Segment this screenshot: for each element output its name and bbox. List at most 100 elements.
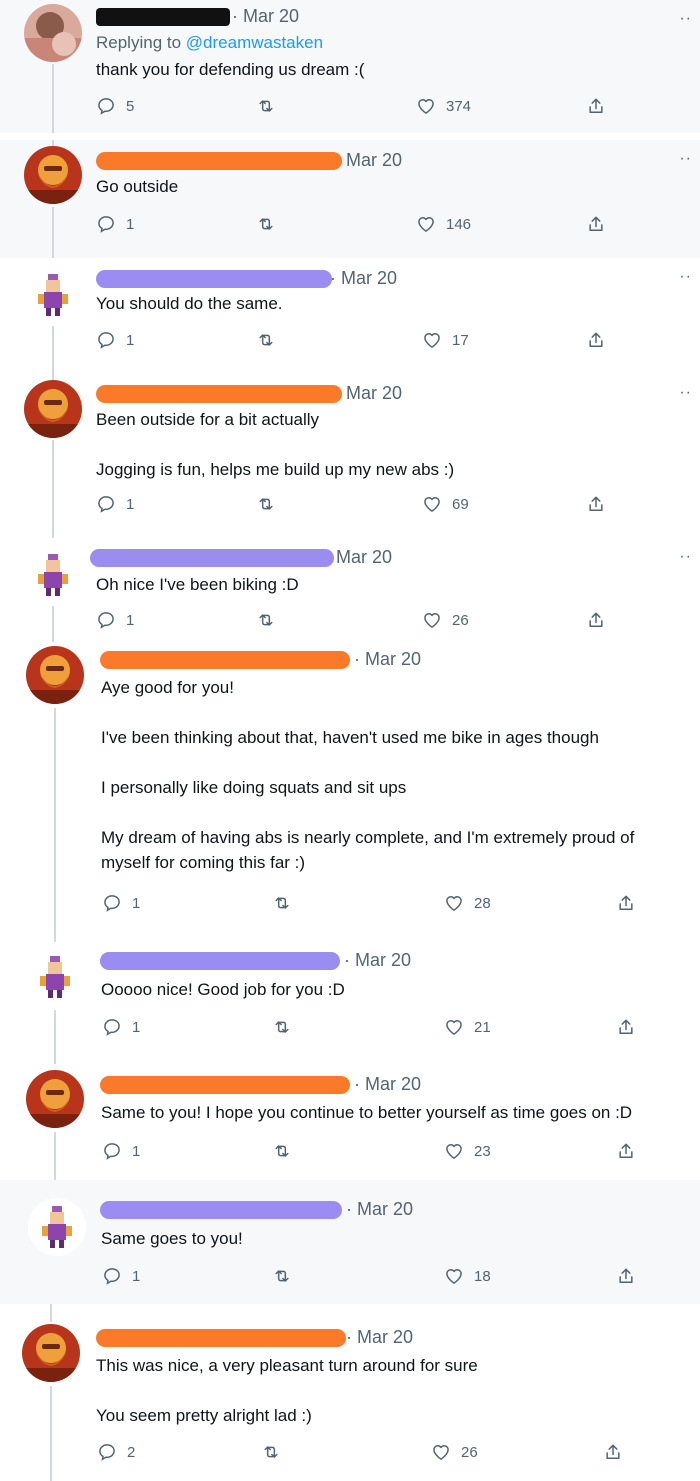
tweet-date[interactable]: · Mar 20 xyxy=(232,6,299,27)
avatar-pixel-character[interactable] xyxy=(24,266,82,324)
like-button[interactable]: 18 xyxy=(444,1266,491,1286)
reply-button[interactable]: 1 xyxy=(102,1017,140,1037)
avatar-bearded-man[interactable] xyxy=(24,380,82,438)
reply-button[interactable]: 1 xyxy=(96,494,134,514)
avatar-bearded-man[interactable] xyxy=(24,146,82,204)
tweet[interactable]: · Mar 20 This was nice, a very pleasant … xyxy=(0,1304,700,1481)
tweet-date[interactable]: · Mar 20 xyxy=(354,649,421,670)
tweet-date[interactable]: · Mar 20 xyxy=(330,268,397,289)
avatar-pixel-character[interactable] xyxy=(26,948,84,1006)
share-button[interactable] xyxy=(616,1017,646,1037)
tweet-date[interactable]: · Mar 20 xyxy=(354,1074,421,1095)
retweet-button[interactable] xyxy=(272,1141,302,1161)
like-button[interactable]: 23 xyxy=(444,1141,491,1161)
reply-button[interactable]: 1 xyxy=(96,610,134,630)
tweet[interactable]: · Mar 20 Same goes to you! 1 18 xyxy=(0,1180,700,1304)
retweet-button[interactable] xyxy=(261,1442,291,1462)
tweet[interactable]: Mar 20 ·· Been outside for a bit actuall… xyxy=(0,374,700,538)
reply-count: 1 xyxy=(126,611,135,629)
tweet-date[interactable]: Mar 20 xyxy=(346,383,402,404)
tweet-text: thank you for defending us dream :( xyxy=(96,60,365,79)
reply-button[interactable]: 2 xyxy=(97,1442,135,1462)
tweet[interactable]: · Mar 20 ·· You should do the same. 1 17 xyxy=(0,258,700,374)
avatar-pixel-character[interactable] xyxy=(24,546,82,604)
share-button[interactable] xyxy=(586,610,616,630)
avatar-pixel-character[interactable] xyxy=(28,1198,86,1256)
tweet[interactable]: Mar 20 ·· Go outside 1 146 xyxy=(0,140,700,258)
reply-handle-link[interactable]: @dreamwastaken xyxy=(186,33,323,52)
reply-button[interactable]: 1 xyxy=(102,1141,140,1161)
more-icon[interactable]: ·· xyxy=(679,548,692,566)
tweet-date[interactable]: · Mar 20 xyxy=(346,1327,413,1348)
tweet[interactable]: · Mar 20 Ooooo nice! Good job for you :D… xyxy=(0,942,700,1064)
tweet[interactable]: · Mar 20 ·· Replying to @dreamwastaken t… xyxy=(0,0,700,133)
share-icon xyxy=(589,496,603,511)
reply-icon xyxy=(104,895,120,912)
more-icon[interactable]: ·· xyxy=(679,268,692,286)
like-icon xyxy=(446,1020,462,1035)
tweet[interactable]: · Mar 20 Same to you! I hope you continu… xyxy=(0,1064,700,1180)
retweet-button[interactable] xyxy=(272,893,302,913)
reply-count: 1 xyxy=(132,1142,141,1160)
retweet-button[interactable] xyxy=(256,330,286,350)
retweet-button[interactable] xyxy=(272,1017,302,1037)
retweet-icon xyxy=(275,1021,289,1033)
tweet-date[interactable]: · Mar 20 xyxy=(346,1199,413,1220)
share-button[interactable] xyxy=(586,494,616,514)
tweet-date[interactable]: · Mar 20 xyxy=(344,950,411,971)
reply-count: 2 xyxy=(127,1443,136,1461)
reply-button[interactable]: 1 xyxy=(96,330,134,350)
retweet-icon xyxy=(264,1446,278,1458)
redacted-username xyxy=(96,8,230,26)
share-button[interactable] xyxy=(616,1141,646,1161)
like-button[interactable]: 69 xyxy=(422,494,469,514)
reply-count: 1 xyxy=(132,1018,141,1036)
share-button[interactable] xyxy=(603,1442,633,1462)
like-button[interactable]: 17 xyxy=(422,330,469,350)
like-button[interactable]: 26 xyxy=(422,610,469,630)
like-button[interactable]: 26 xyxy=(431,1442,478,1462)
thread-line xyxy=(50,1304,52,1322)
tweet[interactable]: Mar 20 ·· Oh nice I've been biking :D 1 … xyxy=(0,538,700,642)
retweet-icon xyxy=(259,334,273,346)
avatar-bearded-man[interactable] xyxy=(26,646,84,704)
tweet-date[interactable]: Mar 20 xyxy=(346,150,402,171)
share-button[interactable] xyxy=(616,1266,646,1286)
reply-count: 1 xyxy=(132,1267,141,1285)
more-icon[interactable]: ·· xyxy=(679,10,692,28)
tweet[interactable]: · Mar 20 Aye good for you! I've been thi… xyxy=(0,642,700,942)
like-button[interactable]: 28 xyxy=(444,893,491,913)
retweet-button[interactable] xyxy=(256,494,286,514)
retweet-button[interactable] xyxy=(256,96,286,116)
reply-button[interactable]: 1 xyxy=(102,893,140,913)
redacted-username xyxy=(90,549,334,567)
like-count: 28 xyxy=(474,894,491,912)
share-button[interactable] xyxy=(586,330,616,350)
like-count: 23 xyxy=(474,1142,491,1160)
share-button[interactable] xyxy=(586,96,616,116)
retweet-button[interactable] xyxy=(256,610,286,630)
tweet-date[interactable]: Mar 20 xyxy=(336,547,392,568)
retweet-button[interactable] xyxy=(272,1266,302,1286)
like-button[interactable]: 21 xyxy=(444,1017,491,1037)
reply-button[interactable]: 1 xyxy=(102,1266,140,1286)
share-icon xyxy=(619,1019,633,1034)
more-icon[interactable]: ·· xyxy=(679,384,692,402)
reply-button[interactable]: 1 xyxy=(96,214,134,234)
tweet-text: Go outside xyxy=(96,177,179,196)
like-button[interactable]: 146 xyxy=(416,214,471,234)
retweet-button[interactable] xyxy=(256,214,286,234)
reply-button[interactable]: 5 xyxy=(96,96,134,116)
avatar-photo[interactable] xyxy=(24,4,82,62)
like-button[interactable]: 374 xyxy=(416,96,471,116)
share-button[interactable] xyxy=(586,214,616,234)
avatar-bearded-man[interactable] xyxy=(22,1324,80,1382)
share-button[interactable] xyxy=(616,893,646,913)
tweet-text: Oh nice I've been biking :D xyxy=(96,575,299,594)
thread-line xyxy=(54,708,56,942)
share-icon xyxy=(606,1444,620,1459)
more-icon[interactable]: ·· xyxy=(679,150,692,168)
retweet-icon xyxy=(259,614,273,626)
avatar-bearded-man[interactable] xyxy=(26,1070,84,1128)
thread-line xyxy=(52,440,54,538)
